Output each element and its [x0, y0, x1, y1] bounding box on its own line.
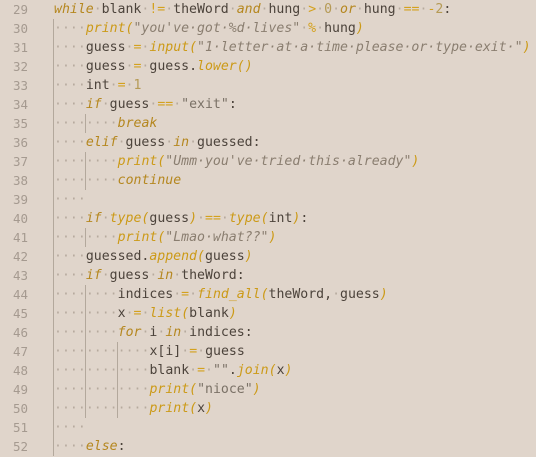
line-number: 33 — [12, 78, 28, 93]
code-line[interactable]: 52 ····else: — [0, 437, 536, 456]
code-line[interactable]: 48 ············blank·=·"".join(x) — [0, 361, 536, 380]
line-number: 34 — [12, 97, 28, 112]
code-line[interactable]: 45 ········x·=·list(blank) — [0, 304, 536, 323]
code-text: ········for·i·in·indices: — [54, 325, 253, 340]
code-editor[interactable]: 29 while·blank·!=·theWord·and·hung·>·0·or… — [0, 0, 536, 457]
code-text: ····elif·guess·in·guessed: — [54, 135, 261, 150]
code-line[interactable]: 39 ···· — [0, 190, 536, 209]
code-text: ········x·=·list(blank) — [54, 306, 237, 321]
code-text: ········break — [54, 116, 158, 131]
code-text: ········indices·=·find_all(theWord,·gues… — [54, 287, 388, 302]
code-text: ············print(x) — [54, 401, 213, 416]
code-line[interactable]: 41 ········print("Lmao·what??") — [0, 228, 536, 247]
line-number: 49 — [12, 382, 28, 397]
line-number: 50 — [12, 401, 28, 416]
line-number: 43 — [12, 268, 28, 283]
code-line[interactable]: 36 ····elif·guess·in·guessed: — [0, 133, 536, 152]
code-text: ····else: — [54, 439, 126, 454]
code-text: ····if·guess·==·"exit": — [54, 97, 237, 112]
code-text: ····print("you've·got·%d·lives"·%·hung) — [54, 21, 364, 36]
line-number: 38 — [12, 173, 28, 188]
code-line[interactable]: 44 ········indices·=·find_all(theWord,·gu… — [0, 285, 536, 304]
line-number: 31 — [12, 40, 28, 55]
indent-guide — [84, 285, 86, 418]
code-line[interactable]: 50 ············print(x) — [0, 399, 536, 418]
line-number: 30 — [12, 21, 28, 36]
code-text: ············blank·=·"".join(x) — [54, 363, 293, 378]
code-text: while·blank·!=·theWord·and·hung·>·0·or·h… — [54, 2, 452, 17]
indent-guide — [84, 152, 86, 190]
code-line[interactable]: 29 while·blank·!=·theWord·and·hung·>·0·or… — [0, 0, 536, 19]
code-line[interactable]: 32 ····guess·=·guess.lower() — [0, 57, 536, 76]
indent-guide — [84, 228, 86, 247]
code-text: ···· — [54, 192, 86, 207]
code-line[interactable]: 34 ····if·guess·==·"exit": — [0, 95, 536, 114]
code-text: ····guessed.append(guess) — [54, 249, 253, 264]
code-text: ············x[i]·=·guess — [54, 344, 245, 359]
line-number: 52 — [12, 439, 28, 454]
line-number: 35 — [12, 116, 28, 131]
code-text: ···· — [54, 420, 86, 435]
code-text: ····if·type(guess)·==·type(int): — [54, 211, 309, 226]
code-line[interactable]: 31 ····guess·=·input("1·letter·at·a·time·… — [0, 38, 536, 57]
line-number: 45 — [12, 306, 28, 321]
code-text: ········print("Lmao·what??") — [54, 230, 277, 245]
code-line[interactable]: 42 ····guessed.append(guess) — [0, 247, 536, 266]
code-text: ····int·=·1 — [54, 78, 142, 93]
code-line[interactable]: 30 ····print("you've·got·%d·lives"·%·hung… — [0, 19, 536, 38]
line-number: 46 — [12, 325, 28, 340]
indent-guide — [116, 342, 118, 418]
line-number: 47 — [12, 344, 28, 359]
line-number: 36 — [12, 135, 28, 150]
code-text: ····if·guess·in·theWord: — [54, 268, 245, 283]
code-text: ········print("Umm·you've·tried·this·alr… — [54, 154, 420, 169]
code-line[interactable]: 47 ············x[i]·=·guess — [0, 342, 536, 361]
line-number: 51 — [12, 420, 28, 435]
code-line[interactable]: 33 ····int·=·1 — [0, 76, 536, 95]
line-number: 32 — [12, 59, 28, 74]
line-number: 48 — [12, 363, 28, 378]
code-line[interactable]: 46 ········for·i·in·indices: — [0, 323, 536, 342]
code-line[interactable]: 40 ····if·type(guess)·==·type(int): — [0, 209, 536, 228]
code-text: ····guess·=·input("1·letter·at·a·time·pl… — [54, 40, 531, 55]
code-line[interactable]: 35 ········break — [0, 114, 536, 133]
code-line[interactable]: 51 ···· — [0, 418, 536, 437]
line-number: 39 — [12, 192, 28, 207]
code-text: ········continue — [54, 173, 182, 188]
code-line[interactable]: 37 ········print("Umm·you've·tried·this·a… — [0, 152, 536, 171]
line-number: 37 — [12, 154, 28, 169]
code-text: ····guess·=·guess.lower() — [54, 59, 253, 74]
code-line[interactable]: 43 ····if·guess·in·theWord: — [0, 266, 536, 285]
line-number: 40 — [12, 211, 28, 226]
code-line[interactable]: 49 ············print("nioce") — [0, 380, 536, 399]
line-number: 44 — [12, 287, 28, 302]
indent-guide — [84, 114, 86, 133]
code-line[interactable]: 38 ········continue — [0, 171, 536, 190]
line-number: 41 — [12, 230, 28, 245]
indent-guide — [53, 19, 54, 456]
line-number: 42 — [12, 249, 28, 264]
line-number: 29 — [12, 2, 28, 17]
